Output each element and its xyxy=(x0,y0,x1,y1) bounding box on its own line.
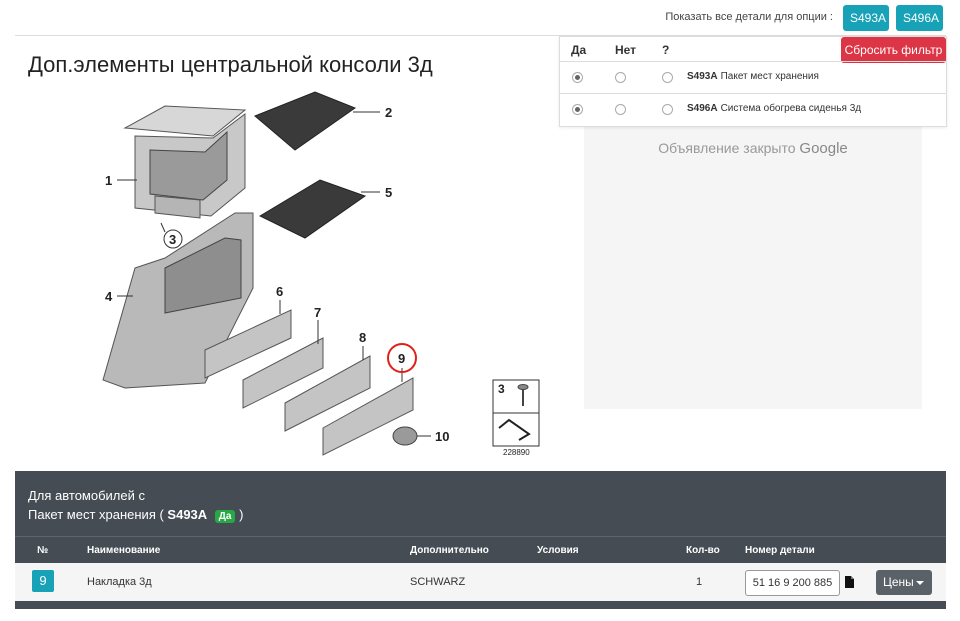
filter-option-code: S496A xyxy=(687,103,718,114)
panel-condition-title: Для автомобилей с xyxy=(28,488,145,503)
filter-header-yes: Да xyxy=(571,43,587,57)
filter-option-code: S493A xyxy=(687,71,718,82)
filter-row-s493a: S493A Пакет мест хранения xyxy=(560,61,946,92)
column-qty: Кол-во xyxy=(686,545,720,556)
table-row: 9 Накладка 3д SCHWARZ 1 51 16 9 200 885 … xyxy=(15,563,946,601)
column-num: № xyxy=(37,545,49,556)
radio-s493a-no[interactable] xyxy=(615,72,626,83)
part-10-plug xyxy=(392,426,418,446)
callout-6: 6 xyxy=(276,284,283,299)
parts-table-header: № Наименование Дополнительно Условия Кол… xyxy=(15,536,946,563)
option-filter-popup: Да Нет ? Сбросить фильтр S493A Пакет мест… xyxy=(559,36,947,127)
callout-4: 4 xyxy=(105,289,113,304)
filter-header-unknown: ? xyxy=(662,43,670,57)
document-icon[interactable] xyxy=(845,576,854,588)
row-qty: 1 xyxy=(696,576,703,588)
inset-legend: 3 228890 xyxy=(492,379,540,457)
page-title: Доп.элементы центральной консоли 3д xyxy=(28,52,433,77)
parts-diagram: 1 2 3 4 5 6 7 8 9 10 3 228890 xyxy=(95,88,555,458)
column-extra: Дополнительно xyxy=(410,545,489,556)
filter-row-s496a: S496A Система обогрева сиденья 3д xyxy=(560,93,946,124)
row-name: Накладка 3д xyxy=(87,576,152,588)
callout-1: 1 xyxy=(105,173,112,188)
callout-2: 2 xyxy=(385,105,392,120)
option-s493a-button[interactable]: S493A xyxy=(843,5,889,31)
filter-option-label: Пакет мест хранения xyxy=(720,71,819,82)
callout-10: 10 xyxy=(435,429,449,444)
part-2-dark-mat xyxy=(254,91,357,151)
filter-option-s496a: S496A Система обогрева сиденья 3д xyxy=(687,103,861,114)
option-s496a-button[interactable]: S496A xyxy=(896,5,943,31)
radio-s493a-yes[interactable] xyxy=(572,72,583,83)
part-number-field[interactable]: 51 16 9 200 885 xyxy=(745,570,840,596)
part-1-storage-tray xyxy=(123,105,247,219)
parts-diagram-svg: 1 2 3 4 5 6 7 8 9 10 3 228890 xyxy=(102,91,540,457)
row-extra: SCHWARZ xyxy=(410,576,466,588)
radio-s496a-yes[interactable] xyxy=(572,104,583,115)
callout-5: 5 xyxy=(385,185,392,200)
prices-button-label: Цены xyxy=(883,575,914,589)
column-partno: Номер детали xyxy=(745,545,815,556)
ad-closed-label: Объявление закрыто xyxy=(658,140,796,156)
callout-7: 7 xyxy=(314,305,321,320)
parts-panel: Для автомобилей с Пакет мест хранения ( … xyxy=(15,471,946,609)
radio-s496a-unknown[interactable] xyxy=(662,104,673,115)
column-conditions: Условия xyxy=(537,545,579,556)
part-5-dark-mat xyxy=(258,179,367,239)
column-name: Наименование xyxy=(87,545,161,556)
panel-option-suffix: ) xyxy=(239,507,244,522)
callout-9: 9 xyxy=(398,351,405,366)
callout-3: 3 xyxy=(169,232,176,247)
row-number-badge[interactable]: 9 xyxy=(32,570,54,592)
prices-dropdown-button[interactable]: Цены xyxy=(876,570,932,595)
radio-s496a-no[interactable] xyxy=(615,104,626,115)
reset-filter-button[interactable]: Сбросить фильтр xyxy=(841,37,946,63)
filter-header-no: Нет xyxy=(615,43,637,57)
google-logo-text: Google xyxy=(799,140,848,157)
option-bar: Показать все детали для опции : S493A S4… xyxy=(15,0,946,36)
panel-condition-option: Пакет мест хранения ( S493A Да ) xyxy=(28,507,243,523)
filter-option-label: Система обогрева сиденья 3д xyxy=(720,103,862,114)
callout-8: 8 xyxy=(359,330,366,345)
panel-option-prefix: Пакет мест хранения ( xyxy=(28,507,164,522)
ad-closed-text: Объявление закрыто Google xyxy=(584,140,922,157)
show-all-parts-label: Показать все детали для опции : xyxy=(665,11,833,23)
radio-s493a-unknown[interactable] xyxy=(662,72,673,83)
ad-placeholder: Объявление закрыто Google xyxy=(584,127,922,409)
inset-callout-3: 3 xyxy=(498,382,505,396)
option-yes-badge: Да xyxy=(214,510,236,523)
panel-option-code: S493A xyxy=(167,507,208,522)
inset-reference-number: 228890 xyxy=(503,448,530,457)
filter-option-s493a: S493A Пакет мест хранения xyxy=(687,71,819,82)
chevron-down-icon xyxy=(916,581,924,585)
